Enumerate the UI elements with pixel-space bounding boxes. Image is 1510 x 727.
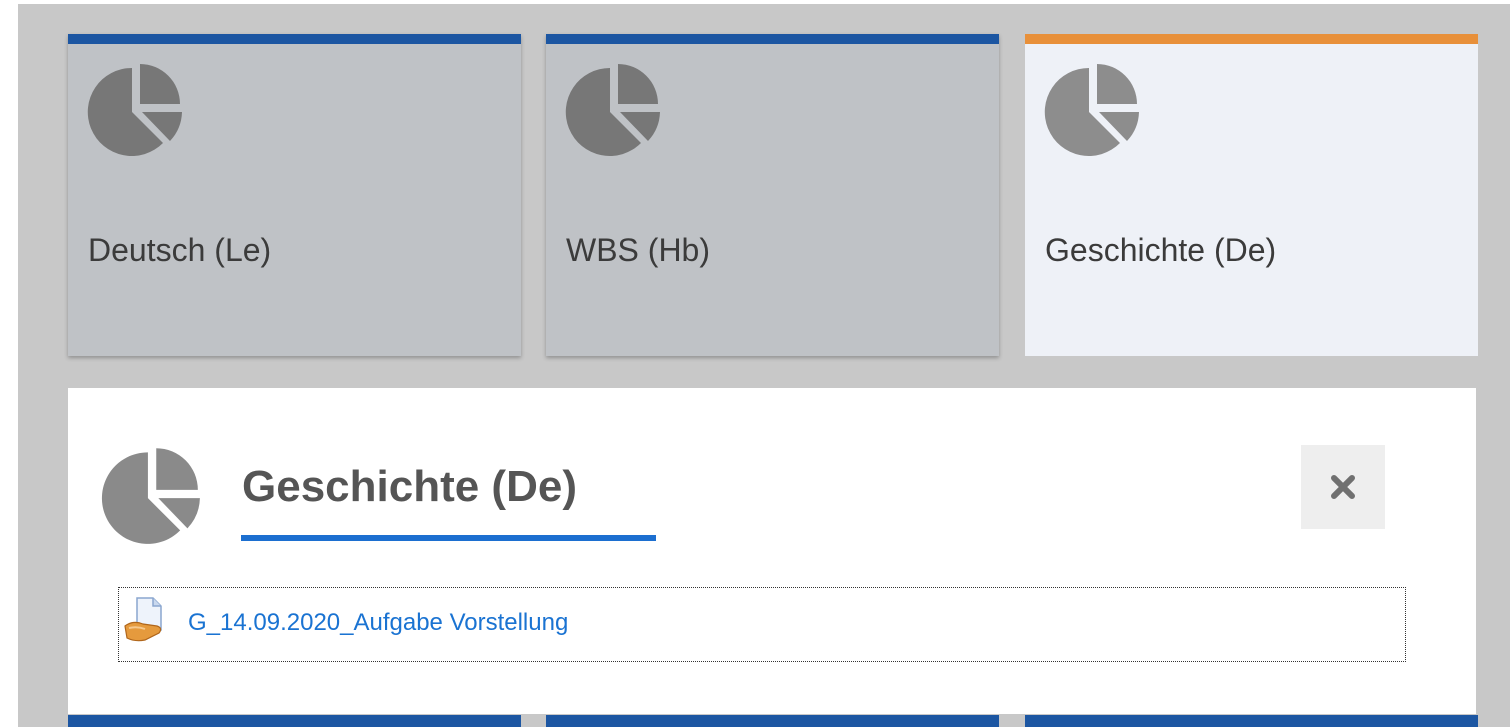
course-tile-wbs[interactable]: WBS (Hb)	[546, 34, 999, 356]
tile-accent-bar	[68, 34, 521, 44]
tile-accent-bar	[546, 34, 999, 44]
course-detail-panel: Geschichte (De) G_14.09.2020_Aufgabe Vor…	[68, 388, 1476, 714]
file-link[interactable]: G_14.09.2020_Aufgabe Vorstellung	[188, 609, 568, 637]
course-title: Deutsch (Le)	[88, 232, 272, 268]
course-title: WBS (Hb)	[566, 232, 710, 268]
tile-accent-bar	[1025, 34, 1478, 44]
pie-chart-icon	[101, 448, 200, 544]
close-button[interactable]	[1301, 445, 1385, 529]
pie-chart-icon	[1044, 64, 1139, 156]
title-underline	[241, 535, 656, 541]
assignment-file-icon	[124, 597, 162, 642]
course-tile-stub	[546, 715, 999, 727]
close-icon	[1331, 475, 1355, 499]
pie-chart-icon	[565, 64, 660, 156]
course-title: Geschichte (De)	[1045, 232, 1277, 268]
file-list-item[interactable]: G_14.09.2020_Aufgabe Vorstellung	[118, 587, 1406, 662]
course-overview: Deutsch (Le) WBS (Hb) Geschichte (De) Ge…	[18, 4, 1510, 727]
course-tile-stub	[1025, 715, 1478, 727]
course-tile-geschichte[interactable]: Geschichte (De)	[1025, 34, 1478, 356]
course-tile-stub	[68, 715, 521, 727]
course-tile-deutsch[interactable]: Deutsch (Le)	[68, 34, 521, 356]
pie-chart-icon	[87, 64, 182, 156]
panel-title: Geschichte (De)	[242, 462, 577, 511]
